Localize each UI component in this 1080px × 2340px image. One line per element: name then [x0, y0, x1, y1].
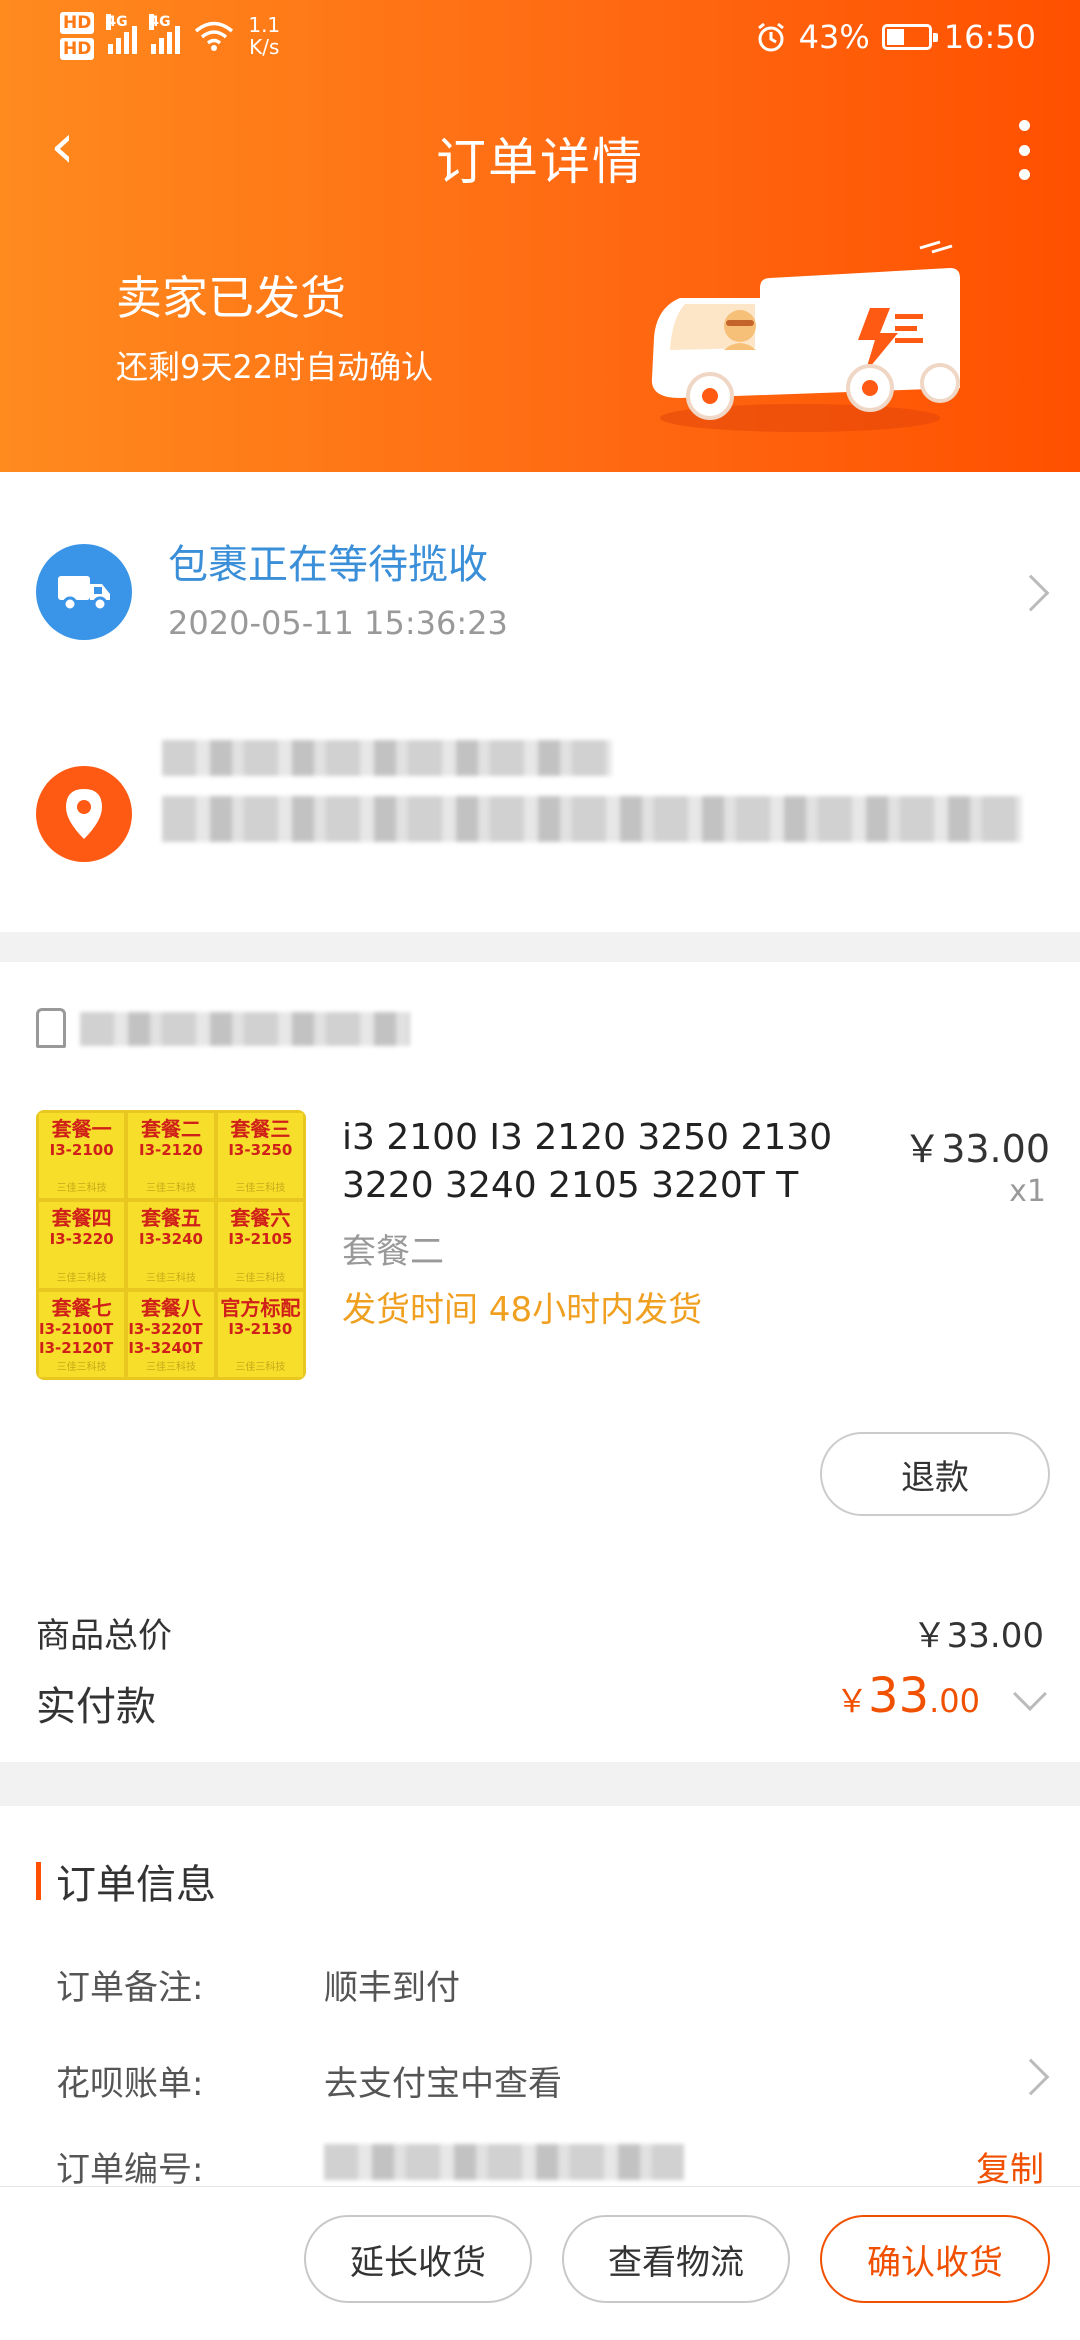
logistics-status: 包裹正在等待揽收: [168, 542, 488, 588]
auto-confirm-countdown: 还剩9天22时自动确认: [116, 348, 434, 386]
signal-icon-2: 4G: [149, 14, 181, 54]
bottom-action-bar: 延长收货 查看物流 确认收货: [0, 2186, 1080, 2340]
thumbnail-cell: 套餐八 I3-3220T I3-3240T 三佳三科技: [128, 1291, 214, 1377]
goods-total-label: 商品总价: [36, 1616, 172, 1656]
more-menu-button[interactable]: [1012, 120, 1036, 180]
confirm-receipt-button[interactable]: 确认收货: [820, 2215, 1050, 2303]
delivery-truck-illustration: [651, 240, 960, 432]
thumbnail-cell: 套餐五 I3-3240 三佳三科技: [128, 1202, 214, 1288]
product-sku: 套餐二: [342, 1232, 444, 1272]
thumbnail-model-label: I3-3220: [49, 1230, 114, 1249]
thumbnail-watermark: 三佳三科技: [56, 1183, 107, 1195]
thumbnail-cell: 套餐七 I3-2100T I3-2120T 三佳三科技: [39, 1291, 125, 1377]
address-row: [0, 712, 1080, 932]
hd-badge-2: HD: [60, 38, 95, 60]
chevron-right-icon: [1012, 574, 1050, 612]
shop-icon: [36, 1008, 66, 1048]
thumbnail-package-label: 套餐一: [51, 1117, 112, 1141]
shipping-time-note: 发货时间 48小时内发货: [342, 1290, 703, 1330]
thumbnail-model-label: I3-2100T I3-2120T: [39, 1319, 114, 1357]
order-number-redacted: [324, 2144, 684, 2180]
thumbnail-cell: 套餐二 I3-2120 三佳三科技: [128, 1113, 214, 1199]
thumbnail-model-label: I3-2100: [49, 1141, 114, 1159]
thumbnail-watermark: 三佳三科技: [56, 1362, 107, 1373]
thumbnail-model-label: I3-2120: [138, 1141, 203, 1159]
chevron-right-icon: [1012, 2058, 1050, 2096]
shipment-status: 卖家已发货: [116, 271, 346, 325]
thumbnail-package-label: 套餐五: [140, 1206, 201, 1231]
recipient-redacted: [162, 740, 612, 776]
order-info-card: 订单信息 订单备注: 顺丰到付 花呗账单: 去支付宝中查看 订单编号: 复制: [0, 1806, 1080, 2190]
copy-order-number-button[interactable]: 复制: [976, 2142, 1044, 2191]
paid-amount-label: 实付款: [36, 1684, 156, 1730]
thumbnail-cell: 套餐四 I3-3220 三佳三科技: [39, 1202, 125, 1288]
location-pin-icon: [36, 766, 132, 862]
signal-icon-1: 4G: [106, 14, 138, 54]
section-accent-bar: [36, 1862, 41, 1900]
view-logistics-button[interactable]: 查看物流: [562, 2215, 790, 2303]
paid-amount-value: ￥33.00: [836, 1668, 980, 1724]
hd-badge-1: HD: [60, 12, 95, 34]
order-info-title: 订单信息: [56, 1862, 216, 1908]
product-thumbnail[interactable]: 套餐一 I3-2100 三佳三科技 套餐二 I3-2120 三佳三科技 套餐三 I3-3250…: [36, 1110, 306, 1380]
thumbnail-model-label: I3-3240: [138, 1230, 203, 1249]
thumbnail-package-label: 套餐四: [51, 1206, 112, 1231]
thumbnail-package-label: 套餐七: [51, 1295, 112, 1320]
order-remark-value: 顺丰到付: [324, 1968, 460, 2008]
shop-name-redacted: [80, 1012, 410, 1046]
thumbnail-watermark: 三佳三科技: [235, 1183, 286, 1195]
extend-receipt-button[interactable]: 延长收货: [304, 2215, 532, 2303]
thumbnail-package-label: 套餐八: [140, 1295, 201, 1320]
battery-icon: [881, 24, 938, 50]
logistics-row[interactable]: 包裹正在等待揽收 2020-05-11 15:36:23: [0, 472, 1080, 712]
thumbnail-watermark: 三佳三科技: [235, 1272, 286, 1284]
thumbnail-package-label: 官方标配: [220, 1295, 301, 1320]
thumbnail-package-label: 套餐三: [230, 1117, 291, 1141]
more-dot-icon: [1018, 120, 1030, 131]
battery-percent: 43%: [798, 18, 870, 56]
goods-total-value: ￥33.00: [912, 1616, 1044, 1656]
truck-icon: [36, 544, 132, 640]
thumbnail-package-label: 套餐二: [140, 1117, 201, 1141]
thumbnail-model-label: I3-2105: [228, 1230, 293, 1249]
thumbnail-watermark: 三佳三科技: [145, 1183, 196, 1195]
order-number-label: 订单编号:: [56, 2150, 204, 2190]
logistics-address-card: 包裹正在等待揽收 2020-05-11 15:36:23: [0, 472, 1080, 932]
order-goods-card: 套餐一 I3-2100 三佳三科技 套餐二 I3-2120 三佳三科技 套餐三 I3-3250…: [0, 962, 1080, 1762]
refund-button[interactable]: 退款: [820, 1432, 1050, 1516]
order-header: HD HD 4G 4G 1.1 K/s 43% 16:50 ‹ 订单详情 卖家已…: [0, 0, 1080, 472]
huabei-bill-row[interactable]: 花呗账单: 去支付宝中查看: [0, 2036, 1080, 2106]
thumbnail-package-label: 套餐六: [230, 1206, 291, 1231]
chevron-down-icon[interactable]: [1013, 1677, 1047, 1711]
product-quantity: x1: [1009, 1174, 1046, 1209]
thumbnail-watermark: 三佳三科技: [145, 1272, 196, 1284]
thumbnail-cell: 套餐六 I3-2105 三佳三科技: [217, 1202, 303, 1288]
clock: 16:50: [943, 18, 1036, 56]
logistics-time: 2020-05-11 15:36:23: [168, 604, 508, 642]
wifi-icon: [195, 21, 234, 51]
page-title: 订单详情: [436, 133, 644, 191]
order-remark-label: 订单备注:: [56, 1968, 204, 2008]
thumbnail-cell: 官方标配 I3-2130 三佳三科技: [217, 1291, 303, 1377]
thumbnail-cell: 套餐三 I3-3250 三佳三科技: [217, 1113, 303, 1199]
status-bar: HD HD 4G 4G 1.1 K/s 43% 16:50: [0, 0, 1080, 80]
net-speed: 1.1 K/s: [248, 13, 281, 59]
thumbnail-model-label: I3-3250: [228, 1141, 293, 1159]
thumbnail-watermark: 三佳三科技: [56, 1272, 107, 1284]
huabei-value: 去支付宝中查看: [324, 2064, 562, 2104]
huabei-label: 花呗账单:: [56, 2064, 204, 2104]
thumbnail-cell: 套餐一 I3-2100 三佳三科技: [39, 1113, 125, 1199]
thumbnail-model-label: I3-2130: [228, 1319, 293, 1338]
product-title[interactable]: i3 2100 I3 2120 3250 2130 3220 3240 2105…: [342, 1114, 862, 1210]
product-price: ￥33.00: [903, 1127, 1050, 1171]
hd-badges: HD HD: [60, 10, 95, 62]
thumbnail-watermark: 三佳三科技: [235, 1362, 286, 1373]
thumbnail-model-label: I3-3220T I3-3240T: [128, 1319, 203, 1357]
address-redacted: [162, 796, 1022, 842]
thumbnail-watermark: 三佳三科技: [145, 1362, 196, 1373]
alarm-icon: [757, 22, 784, 52]
